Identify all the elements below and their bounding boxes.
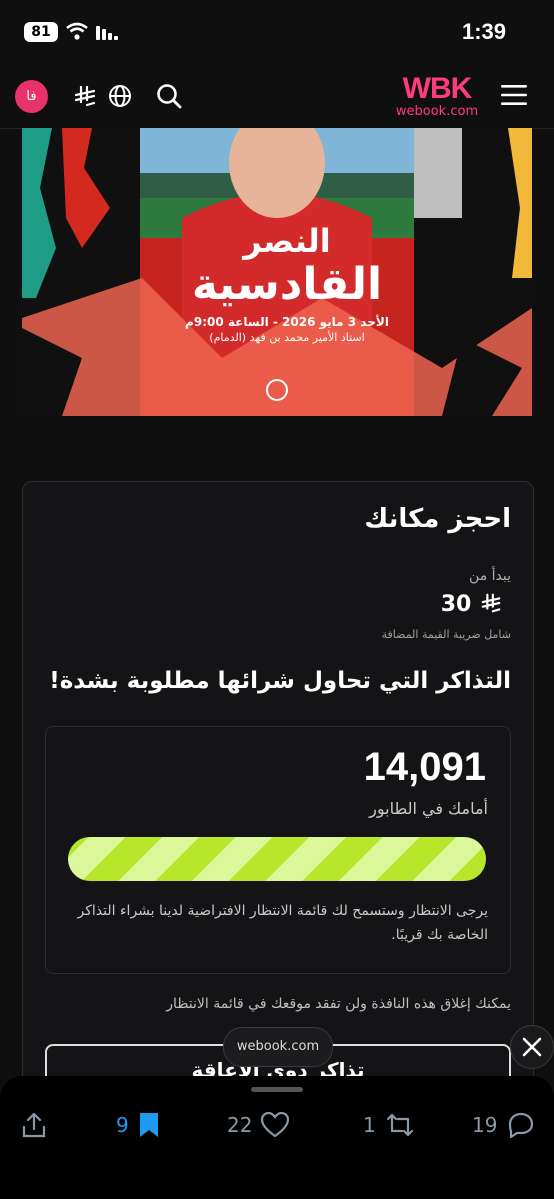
queue-position: 14,091 xyxy=(363,745,486,789)
heart-icon xyxy=(261,1111,290,1138)
hamburger-menu-icon[interactable] xyxy=(501,84,527,106)
close-icon xyxy=(522,1037,542,1057)
queue-message: يرجى الانتظار وستسمح لك قائمة الانتظار ا… xyxy=(77,903,488,943)
post-actions-bar: 9 22 1 19 xyxy=(0,1076,554,1199)
like-button[interactable]: 22 xyxy=(227,1110,290,1140)
reply-button[interactable]: 19 xyxy=(472,1110,535,1140)
banner-venue: استاد الأمير محمد بن فهد (الدمام) xyxy=(209,331,365,344)
price-value: 30 xyxy=(441,592,511,617)
banner-date: الأحد 3 مايو 2026 - الساعة 9:00م xyxy=(185,315,389,329)
price-label: يبدأ من xyxy=(469,568,511,584)
booking-title: احجز مكانك xyxy=(364,504,511,534)
bookmark-count: 9 xyxy=(116,1113,129,1137)
vat-note: شامل ضريبة القيمة المضافة xyxy=(381,628,511,641)
sheet-grabber[interactable] xyxy=(251,1087,303,1092)
globe-icon[interactable] xyxy=(108,84,132,108)
repost-icon xyxy=(386,1113,413,1137)
battery-icon: 81 xyxy=(24,22,58,42)
riyal-icon xyxy=(481,593,501,613)
bookmark-button[interactable]: 9 xyxy=(116,1110,161,1140)
wifi-icon xyxy=(66,22,88,40)
high-demand-heading: التذاكر التي تحاول شرائها مطلوبة بشدة! xyxy=(49,668,511,694)
language-button[interactable]: فا xyxy=(15,80,48,113)
signal-icon xyxy=(96,26,118,40)
share-button[interactable] xyxy=(20,1110,48,1140)
status-bar: 81 1:39 xyxy=(0,0,554,64)
queue-status: 14,091 أمامك في الطابور يرجى الانتظار وس… xyxy=(45,726,511,974)
currency-icon[interactable] xyxy=(73,84,97,108)
banner-away-team: القادسية xyxy=(191,259,383,310)
repost-count: 1 xyxy=(363,1113,376,1137)
logo-mark: WBK xyxy=(402,72,473,105)
logo-domain: webook.com xyxy=(395,104,479,119)
reply-icon xyxy=(509,1112,534,1139)
like-count: 22 xyxy=(227,1113,253,1137)
event-banner: النصر القادسية الأحد 3 مايو 2026 - الساع… xyxy=(22,128,532,416)
bookmark-icon xyxy=(139,1113,158,1137)
queue-label: أمامك في الطابور xyxy=(369,799,488,818)
price-amount: 30 xyxy=(440,592,472,617)
search-icon[interactable] xyxy=(156,83,182,109)
queue-progress-bar xyxy=(68,837,486,881)
queue-progress-fill xyxy=(68,837,486,881)
webook-logo[interactable]: WBK webook.com xyxy=(392,73,482,121)
banner-text: النصر القادسية الأحد 3 مايو 2026 - الساع… xyxy=(162,222,412,346)
clock: 1:39 xyxy=(461,19,506,44)
close-window-note: يمكنك إغلاق هذه النافذة ولن تفقد موقعك ف… xyxy=(166,996,511,1012)
banner-home-team: النصر xyxy=(243,222,331,260)
repost-button[interactable]: 1 xyxy=(363,1110,416,1140)
url-pill[interactable]: webook.com xyxy=(223,1027,333,1067)
top-nav: فا WBK webook.com xyxy=(0,64,554,129)
share-icon xyxy=(22,1112,46,1138)
reply-count: 19 xyxy=(472,1113,498,1137)
close-button[interactable] xyxy=(510,1025,554,1069)
